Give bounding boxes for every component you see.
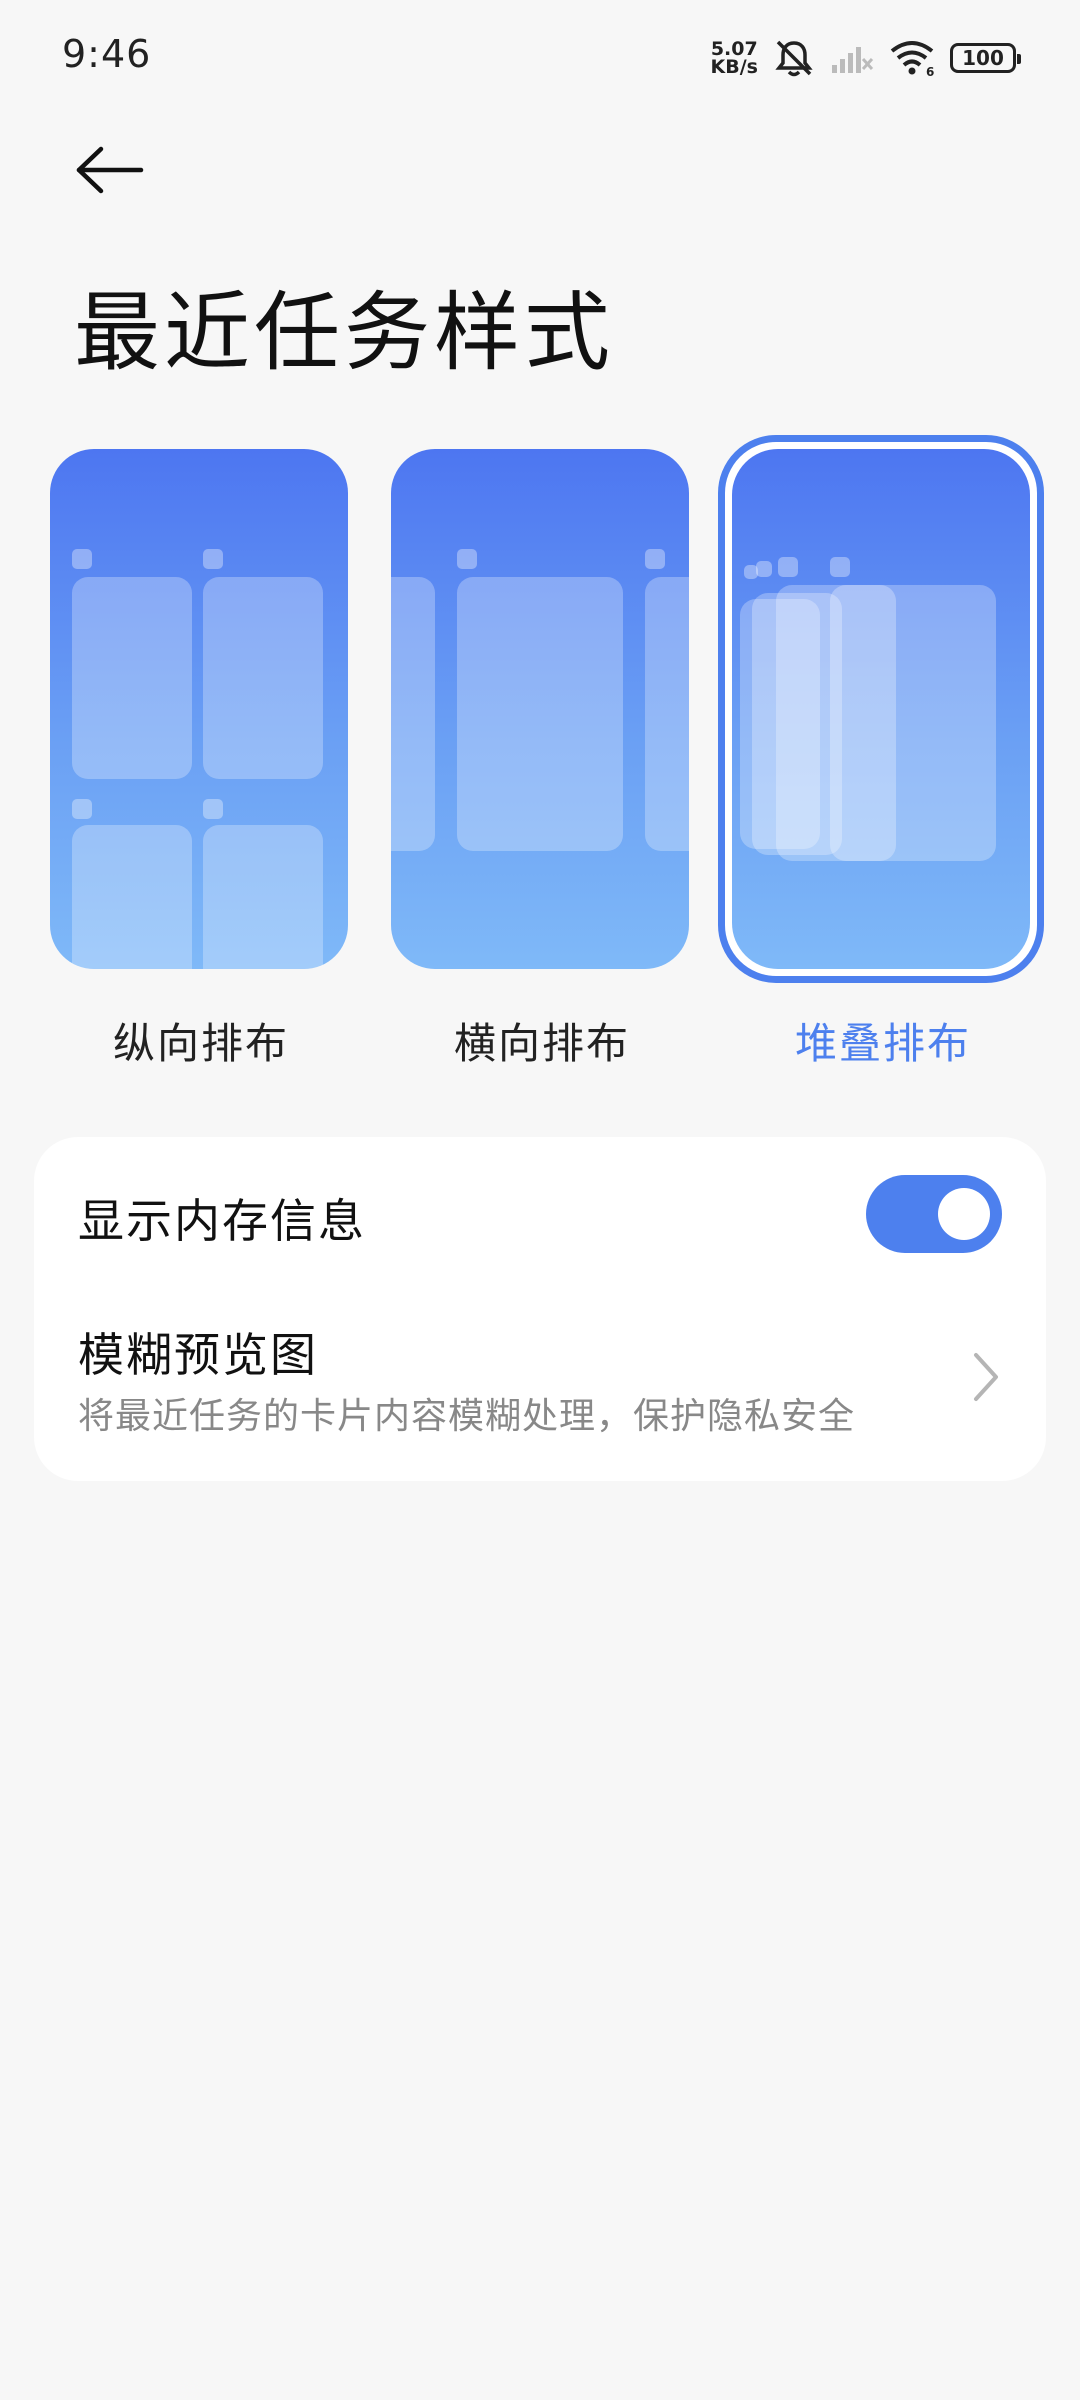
back-button[interactable] [70, 135, 150, 205]
option-label-vertical: 纵向排布 [112, 1019, 289, 1068]
style-option-vertical[interactable]: 纵向排布 [36, 435, 366, 1075]
settings-card: 显示内存信息 模糊预览图 将最近任务的卡片内容模糊处理，保护隐私安全 [34, 1137, 1046, 1481]
show-memory-toggle[interactable] [866, 1175, 1002, 1253]
wifi-icon: 6 [890, 41, 934, 77]
style-option-horizontal[interactable]: 横向排布 [377, 435, 707, 1075]
battery-icon: 100 [950, 43, 1021, 73]
network-speed: 5.07 KB/s [710, 40, 758, 78]
blur-preview-description: 将最近任务的卡片内容模糊处理，保护隐私安全 [78, 1396, 856, 1437]
phone-preview [391, 449, 689, 969]
status-icons: 5.07 KB/s 6 100 [710, 36, 1021, 80]
network-speed-unit: KB/s [710, 56, 758, 78]
toggle-knob [938, 1188, 990, 1240]
page-title: 最近任务样式 [74, 283, 614, 383]
phone-preview [50, 449, 348, 969]
back-arrow-icon [76, 146, 144, 194]
svg-text:6: 6 [926, 65, 934, 77]
show-memory-row[interactable]: 显示内存信息 [34, 1137, 1046, 1287]
preview-horizontal [391, 449, 689, 969]
phone-preview [732, 449, 1030, 969]
blur-preview-row[interactable]: 模糊预览图 将最近任务的卡片内容模糊处理，保护隐私安全 [34, 1287, 1046, 1481]
mute-bell-icon [775, 40, 813, 77]
preview-vertical [50, 449, 348, 969]
chevron-right-icon [974, 1353, 998, 1401]
style-option-stacked[interactable]: 堆叠排布 [718, 435, 1048, 1075]
show-memory-label: 显示内存信息 [78, 1194, 366, 1248]
battery-level: 100 [962, 46, 1004, 70]
blur-preview-title: 模糊预览图 [78, 1328, 318, 1382]
option-label-stacked: 堆叠排布 [794, 1019, 971, 1068]
status-time: 9:46 [62, 32, 152, 76]
preview-stacked [718, 435, 1044, 983]
status-bar: 9:46 5.07 KB/s 6 100 [0, 0, 1080, 115]
signal-icon [832, 47, 874, 73]
option-label-horizontal: 横向排布 [453, 1019, 630, 1068]
